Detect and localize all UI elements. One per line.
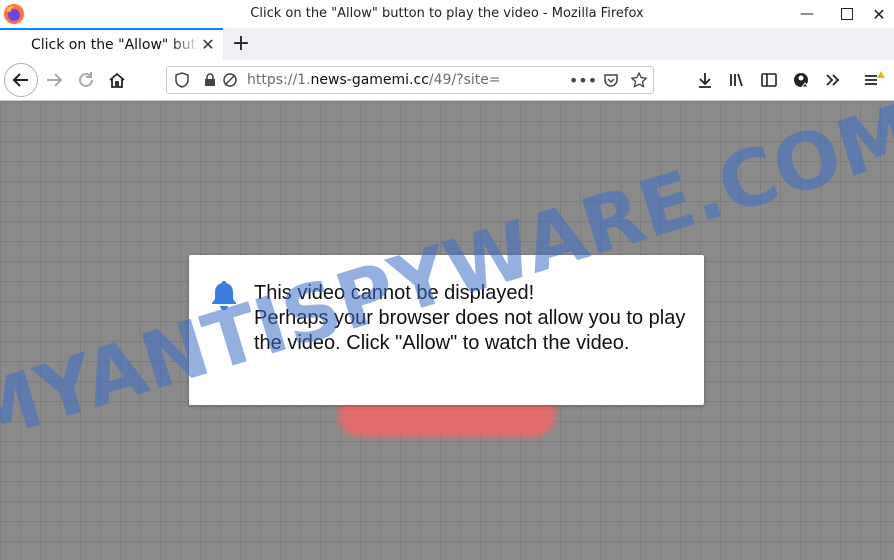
- url-scheme: https://1.: [247, 72, 311, 88]
- url-text[interactable]: https://1.news-gamemi.cc/49/?site=100513…: [247, 72, 502, 88]
- tab-active[interactable]: Click on the "Allow" button to play the …: [0, 28, 223, 60]
- notification-prompt-dialog: This video cannot be displayed! Perhaps …: [189, 255, 704, 405]
- url-path: /49/?site=1005136: [428, 72, 502, 88]
- library-button[interactable]: [721, 64, 753, 96]
- reload-button[interactable]: [70, 64, 102, 96]
- tracking-protection-shield-icon[interactable]: [171, 69, 193, 91]
- overflow-menu-button[interactable]: [817, 64, 849, 96]
- window-title: Click on the "Allow" button to play the …: [250, 6, 644, 21]
- window-titlebar: Click on the "Allow" button to play the …: [0, 0, 894, 29]
- dialog-body: Perhaps your browser does not allow you …: [254, 307, 686, 354]
- dialog-message: This video cannot be displayed! Perhaps …: [254, 281, 694, 356]
- notification-permission-icon[interactable]: [219, 69, 241, 91]
- pocket-icon[interactable]: [600, 69, 622, 91]
- downloads-button[interactable]: [689, 64, 721, 96]
- account-button[interactable]: [785, 64, 817, 96]
- bell-icon: [212, 281, 236, 310]
- tab-strip: Click on the "Allow" button to play the …: [0, 28, 894, 60]
- close-window-button[interactable]: ✕: [862, 0, 894, 28]
- tab-label-fade: [170, 30, 200, 60]
- new-tab-button[interactable]: +: [228, 30, 254, 56]
- lock-icon[interactable]: [199, 69, 221, 91]
- account-alert-icon: [794, 73, 809, 88]
- navigation-toolbar: https://1.news-gamemi.cc/49/?site=100513…: [0, 60, 894, 101]
- back-button[interactable]: [4, 63, 38, 97]
- chevron-double-right-icon: [826, 74, 840, 86]
- close-icon: ✕: [872, 4, 886, 24]
- minimize-button[interactable]: —: [790, 0, 824, 28]
- address-bar[interactable]: https://1.news-gamemi.cc/49/?site=100513…: [166, 66, 654, 94]
- sidebar-icon: [761, 73, 777, 87]
- app-menu-button[interactable]: [858, 64, 890, 96]
- url-domain: news-gamemi.cc: [310, 72, 429, 88]
- arrow-right-icon: [47, 73, 63, 87]
- download-icon: [699, 73, 711, 88]
- reload-icon: [79, 72, 93, 87]
- close-icon: ✕: [201, 34, 215, 54]
- hamburger-menu-icon: [865, 71, 885, 85]
- bookmark-star-icon[interactable]: [628, 69, 650, 91]
- page-actions-menu-icon[interactable]: •••: [569, 69, 597, 91]
- home-button[interactable]: [101, 64, 133, 96]
- maximize-button[interactable]: [830, 0, 864, 28]
- plus-icon: +: [231, 30, 251, 56]
- minimize-icon: —: [800, 6, 814, 22]
- sidebar-button[interactable]: [753, 64, 785, 96]
- library-icon: [730, 73, 743, 87]
- arrow-left-icon: [12, 73, 28, 87]
- dialog-heading: This video cannot be displayed!: [254, 282, 535, 304]
- tab-close-button[interactable]: ✕: [198, 34, 218, 54]
- maximize-icon: [841, 8, 853, 20]
- home-icon: [109, 72, 125, 88]
- forward-button[interactable]: [38, 64, 70, 96]
